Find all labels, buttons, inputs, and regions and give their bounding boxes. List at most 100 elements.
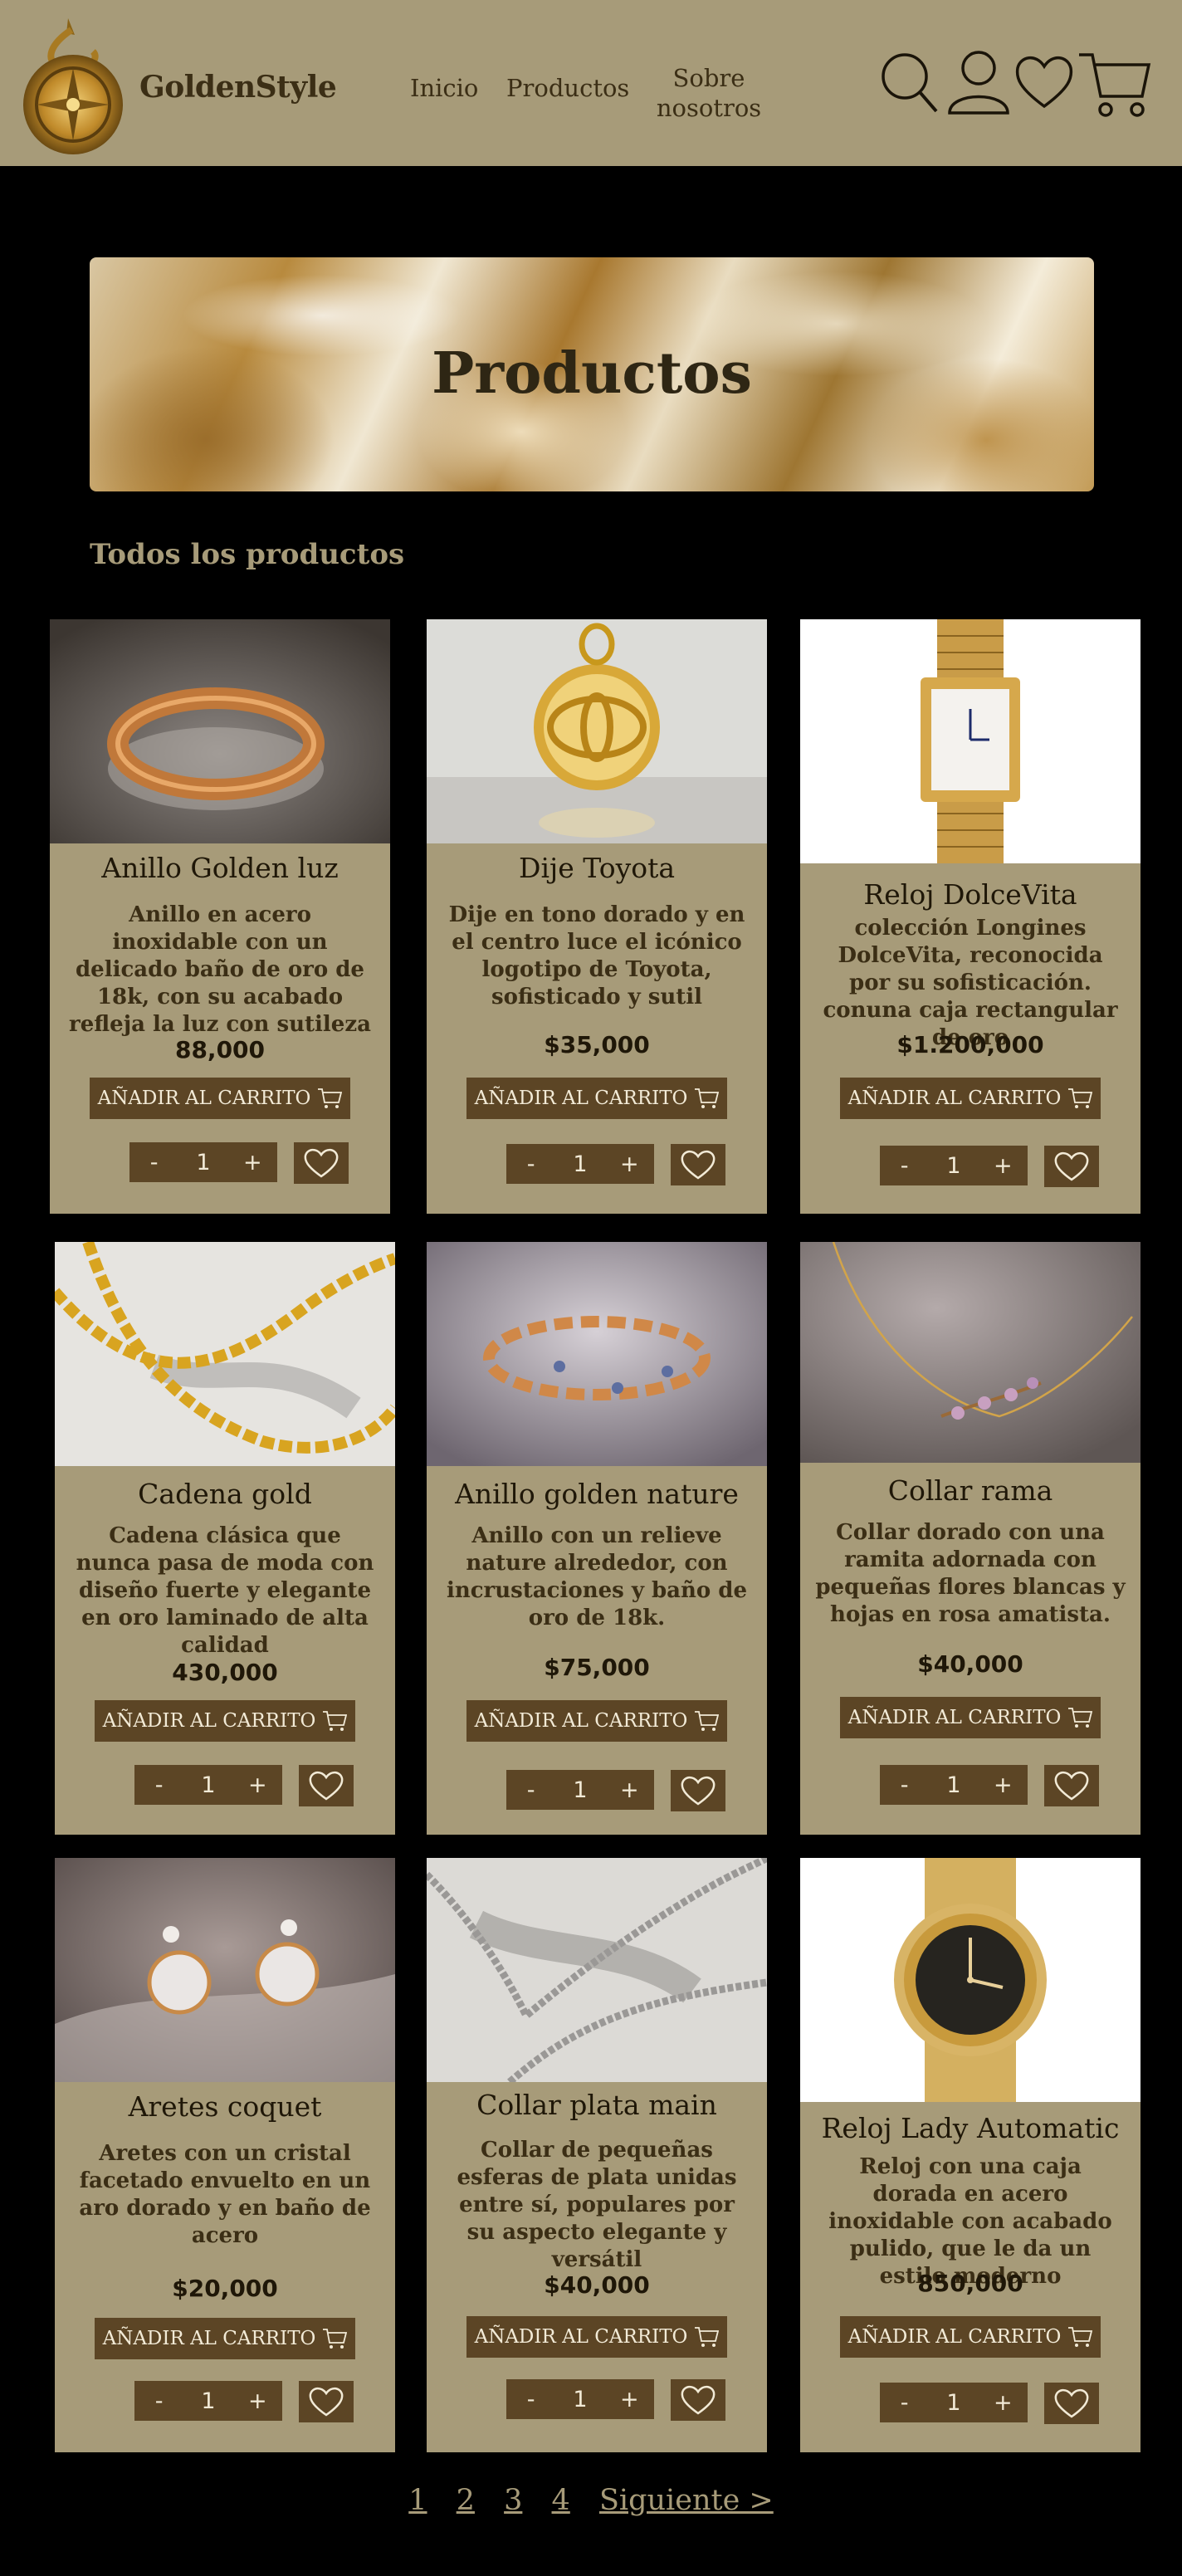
quantity-value[interactable]: 1 — [933, 2390, 974, 2416]
increment-button[interactable]: + — [982, 1153, 1023, 1179]
decrement-button[interactable]: - — [884, 2390, 926, 2416]
product-price: $1.200,000 — [896, 1031, 1044, 1058]
product-image-earrings[interactable] — [55, 1858, 395, 2082]
cart-icon — [318, 1088, 343, 1108]
quantity-value[interactable]: 1 — [559, 2387, 601, 2412]
user-icon[interactable] — [946, 50, 1011, 115]
heart-icon — [1054, 1771, 1089, 1801]
increment-button[interactable]: + — [237, 1772, 278, 1798]
decrement-button[interactable]: - — [510, 2387, 552, 2412]
favorite-button[interactable] — [671, 1770, 725, 1811]
quantity-stepper: -1 + — [880, 2383, 1028, 2422]
heart-icon — [681, 1150, 716, 1180]
product-card: Dije Toyota Dije en tono dorado y en el … — [427, 619, 767, 1214]
product-image-watch-lady-automatic[interactable] — [800, 1858, 1140, 2102]
quantity-value[interactable]: 1 — [183, 1150, 224, 1176]
decrement-button[interactable]: - — [139, 2388, 180, 2414]
product-name: Reloj Lady Automatic — [821, 2112, 1120, 2144]
nav-inicio[interactable]: Inicio — [410, 73, 478, 103]
page-link-3[interactable]: 3 — [504, 2484, 522, 2517]
page-link-2[interactable]: 2 — [457, 2484, 475, 2517]
favorite-button[interactable] — [671, 2379, 725, 2421]
cart-icon — [1068, 1708, 1093, 1728]
product-image-nature-ring[interactable] — [427, 1242, 767, 1466]
increment-button[interactable]: + — [608, 2387, 650, 2412]
quantity-value[interactable]: 1 — [188, 1772, 229, 1798]
favorite-button[interactable] — [299, 2381, 354, 2422]
cart-icon — [695, 1711, 720, 1731]
product-name: Anillo golden nature — [455, 1478, 739, 1510]
product-image-pendant[interactable] — [427, 619, 767, 843]
increment-button[interactable]: + — [608, 1777, 650, 1803]
quantity-value[interactable]: 1 — [559, 1151, 601, 1177]
product-name: Dije Toyota — [518, 852, 676, 884]
add-to-cart-label: AÑADIR AL CARRITO — [102, 2328, 316, 2349]
add-to-cart-button[interactable]: AÑADIR AL CARRITO — [95, 2318, 355, 2359]
add-to-cart-label: AÑADIR AL CARRITO — [847, 2326, 1062, 2348]
add-to-cart-button[interactable]: AÑADIR AL CARRITO — [466, 1078, 727, 1119]
page-link-1[interactable]: 1 — [408, 2484, 427, 2517]
quantity-stepper: -1 + — [134, 1765, 282, 1805]
heart-icon — [681, 2385, 716, 2415]
product-image-silver-necklace[interactable] — [427, 1858, 767, 2082]
quantity-value[interactable]: 1 — [559, 1777, 601, 1803]
decrement-button[interactable]: - — [884, 1153, 926, 1179]
increment-button[interactable]: + — [232, 1150, 273, 1176]
product-image-branch-necklace[interactable] — [800, 1242, 1140, 1463]
decrement-button[interactable]: - — [510, 1777, 552, 1803]
increment-button[interactable]: + — [982, 2390, 1023, 2416]
hero-banner: Productos — [90, 257, 1094, 491]
add-to-cart-button[interactable]: AÑADIR AL CARRITO — [90, 1078, 350, 1119]
decrement-button[interactable]: - — [510, 1151, 552, 1177]
add-to-cart-button[interactable]: AÑADIR AL CARRITO — [840, 1697, 1101, 1738]
add-to-cart-button[interactable]: AÑADIR AL CARRITO — [466, 1700, 727, 1742]
favorite-button[interactable] — [294, 1142, 349, 1184]
add-to-cart-button[interactable]: AÑADIR AL CARRITO — [466, 2316, 727, 2358]
next-page-link[interactable]: Siguiente > — [599, 2484, 774, 2517]
favorite-button[interactable] — [299, 1765, 354, 1806]
product-description: Aretes con un cristal facetado envuelto … — [79, 2141, 371, 2248]
logo-compass-icon[interactable] — [18, 10, 131, 158]
favorite-button[interactable] — [1044, 1146, 1099, 1187]
product-price: $40,000 — [917, 1650, 1023, 1678]
cart-icon — [323, 1711, 348, 1731]
favorite-button[interactable] — [1044, 1765, 1099, 1806]
favorite-button[interactable] — [671, 1144, 725, 1185]
cart-icon — [323, 2329, 348, 2349]
product-card: Collar plata main Collar de pequeñas esf… — [427, 1858, 767, 2452]
cart-icon[interactable] — [1077, 50, 1152, 120]
increment-button[interactable]: + — [237, 2388, 278, 2414]
nav-productos[interactable]: Productos — [506, 73, 629, 103]
brand-name[interactable]: GoldenStyle — [139, 70, 337, 105]
increment-button[interactable]: + — [982, 1772, 1023, 1798]
add-to-cart-button[interactable]: AÑADIR AL CARRITO — [840, 1078, 1101, 1119]
product-name: Collar rama — [887, 1474, 1053, 1507]
product-card: Cadena gold Cadena clásica que nunca pas… — [55, 1242, 395, 1835]
increment-button[interactable]: + — [608, 1151, 650, 1177]
favorite-button[interactable] — [1044, 2383, 1099, 2424]
page-link-4[interactable]: 4 — [552, 2484, 570, 2517]
add-to-cart-button[interactable]: AÑADIR AL CARRITO — [95, 1700, 355, 1742]
product-card: Anillo Golden luz Anillo en acero inoxid… — [50, 619, 390, 1214]
decrement-button[interactable]: - — [139, 1772, 180, 1798]
product-price: 850,000 — [917, 2270, 1023, 2297]
heart-icon — [309, 2387, 344, 2417]
product-image-watch-dolcevita[interactable] — [800, 619, 1140, 863]
add-to-cart-button[interactable]: AÑADIR AL CARRITO — [840, 2316, 1101, 2358]
product-image-ring[interactable] — [50, 619, 390, 843]
add-to-cart-label: AÑADIR AL CARRITO — [97, 1088, 311, 1109]
quantity-value[interactable]: 1 — [933, 1772, 974, 1798]
quantity-stepper: -1 + — [506, 2379, 654, 2419]
heart-icon — [1054, 2388, 1089, 2418]
search-icon[interactable] — [880, 51, 940, 115]
nav-sobre-nosotros[interactable]: Sobre nosotros — [651, 63, 767, 123]
product-image-gold-chain[interactable] — [55, 1242, 395, 1466]
quantity-value[interactable]: 1 — [188, 2388, 229, 2414]
add-to-cart-label: AÑADIR AL CARRITO — [474, 2326, 688, 2348]
decrement-button[interactable]: - — [134, 1150, 175, 1176]
heart-icon — [681, 1776, 716, 1806]
quantity-value[interactable]: 1 — [933, 1153, 974, 1179]
heart-icon[interactable] — [1014, 53, 1074, 110]
product-price: 430,000 — [172, 1659, 278, 1686]
decrement-button[interactable]: - — [884, 1772, 926, 1798]
